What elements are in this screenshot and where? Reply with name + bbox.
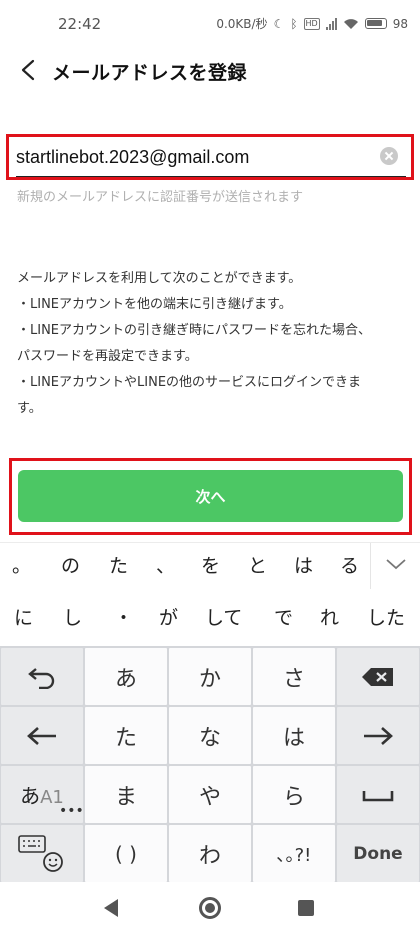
status-bar: 22:42 0.0KB/秒 ☾ ᛒ HD 98 xyxy=(0,0,420,48)
battery-icon xyxy=(364,18,387,29)
undo-icon xyxy=(28,667,55,689)
key-na[interactable]: な xyxy=(169,707,251,764)
description-line: ・LINEアカウントを他の端末に引き継げます。 xyxy=(17,297,292,312)
email-underline xyxy=(16,176,406,177)
wifi-icon xyxy=(343,18,358,29)
status-time: 22:42 xyxy=(58,15,102,33)
suggestion-item[interactable]: 、 xyxy=(156,551,175,578)
next-button[interactable]: 次へ xyxy=(18,470,403,522)
suggestion-item[interactable]: と xyxy=(248,551,267,578)
bluetooth-icon: ᛒ xyxy=(290,16,298,31)
left-arrow-key[interactable] xyxy=(1,707,83,764)
suggestion-item[interactable]: し xyxy=(63,603,82,630)
signal-icon xyxy=(325,17,337,30)
nav-back-icon[interactable] xyxy=(104,899,118,917)
suggestion-item[interactable]: に xyxy=(14,603,33,630)
status-icons: 0.0KB/秒 ☾ ᛒ HD 98 xyxy=(216,15,408,32)
arrow-left-icon xyxy=(27,726,56,745)
suggestion-item[interactable]: が xyxy=(159,603,178,630)
suggestion-item[interactable]: 。 xyxy=(12,551,31,578)
ime-keyboard: あ か さ た な は あA1 ••• ま や ら () わ ､｡?! Don… xyxy=(0,646,420,882)
keyboard-emoji-icon xyxy=(18,834,63,872)
email-hint: 新規のメールアドレスに認証番号が送信されます xyxy=(17,190,304,205)
suggestion-item[interactable]: た xyxy=(109,551,128,578)
key-ka[interactable]: か xyxy=(169,648,251,705)
suggestion-item[interactable]: を xyxy=(201,551,220,578)
key-punctuation[interactable]: ､｡?! xyxy=(253,825,335,882)
nav-recent-apps-icon[interactable] xyxy=(298,900,314,916)
suggestion-item[interactable]: る xyxy=(340,551,359,578)
space-key[interactable] xyxy=(337,766,419,823)
next-button-highlight: 次へ xyxy=(9,458,412,535)
more-dots-icon: ••• xyxy=(59,803,84,819)
description-line: ・LINEアカウントやLINEの他のサービスにログインできま xyxy=(17,375,362,390)
email-input[interactable] xyxy=(16,143,376,171)
email-field-highlight xyxy=(6,134,414,180)
input-mode-key[interactable]: あA1 ••• xyxy=(1,766,84,823)
description-line: パスワードを再設定できます。 xyxy=(17,349,198,364)
clear-input-icon[interactable] xyxy=(380,147,398,165)
space-icon xyxy=(362,790,394,801)
mode-kana-label: あ xyxy=(20,784,41,808)
suggestion-item[interactable]: で xyxy=(274,603,293,630)
backspace-key[interactable] xyxy=(337,648,419,705)
moon-icon: ☾ xyxy=(273,16,285,31)
collapse-suggestions-button[interactable] xyxy=(370,543,420,589)
description-text: メールアドレスを利用して次のことができます。 ・LINEアカウントを他の端末に引… xyxy=(17,266,407,422)
ime-suggestion-bar: 。 の た 、 を と は る に し ・ が して で れ した xyxy=(0,542,420,646)
chevron-down-icon xyxy=(386,559,406,570)
undo-key[interactable] xyxy=(1,648,83,705)
suggestion-row: 。 の た 、 を と は る xyxy=(0,543,420,589)
key-wa[interactable]: わ xyxy=(169,825,251,882)
description-line: ・LINEアカウントの引き継ぎ時にパスワードを忘れた場合、 xyxy=(17,323,372,338)
app-header: メールアドレスを登録 xyxy=(0,48,420,92)
volte-icon: HD xyxy=(303,17,320,30)
suggestion-item[interactable]: ・ xyxy=(114,603,133,630)
done-key[interactable]: Done xyxy=(337,825,419,882)
suggestion-item[interactable]: の xyxy=(61,551,80,578)
suggestion-row: に し ・ が して で れ した xyxy=(0,595,420,641)
key-ma[interactable]: ま xyxy=(85,766,167,823)
page-title: メールアドレスを登録 xyxy=(52,62,248,84)
back-chevron-icon[interactable] xyxy=(18,58,38,82)
suggestion-item[interactable]: は xyxy=(294,551,313,578)
key-ya[interactable]: や xyxy=(169,766,251,823)
network-speed: 0.0KB/秒 xyxy=(216,17,268,31)
battery-level: 98 xyxy=(392,16,408,31)
description-line: す。 xyxy=(17,401,42,416)
key-ha[interactable]: は xyxy=(253,707,335,764)
nav-home-icon[interactable] xyxy=(199,897,221,919)
keyboard-settings-key[interactable] xyxy=(1,825,83,882)
key-parentheses[interactable]: ( ) xyxy=(85,825,167,882)
key-a[interactable]: あ xyxy=(85,648,167,705)
key-sa[interactable]: さ xyxy=(253,648,335,705)
arrow-right-icon xyxy=(364,726,393,745)
key-ta[interactable]: た xyxy=(85,707,167,764)
backspace-icon xyxy=(362,667,393,686)
suggestion-item[interactable]: した xyxy=(367,603,405,630)
done-key-label: Done xyxy=(353,843,403,864)
key-ra[interactable]: ら xyxy=(253,766,335,823)
suggestion-item[interactable]: して xyxy=(205,603,242,630)
description-line: メールアドレスを利用して次のことができます。 xyxy=(17,271,302,286)
right-arrow-key[interactable] xyxy=(337,707,419,764)
system-nav-bar xyxy=(0,882,420,933)
suggestion-item[interactable]: れ xyxy=(320,603,339,630)
